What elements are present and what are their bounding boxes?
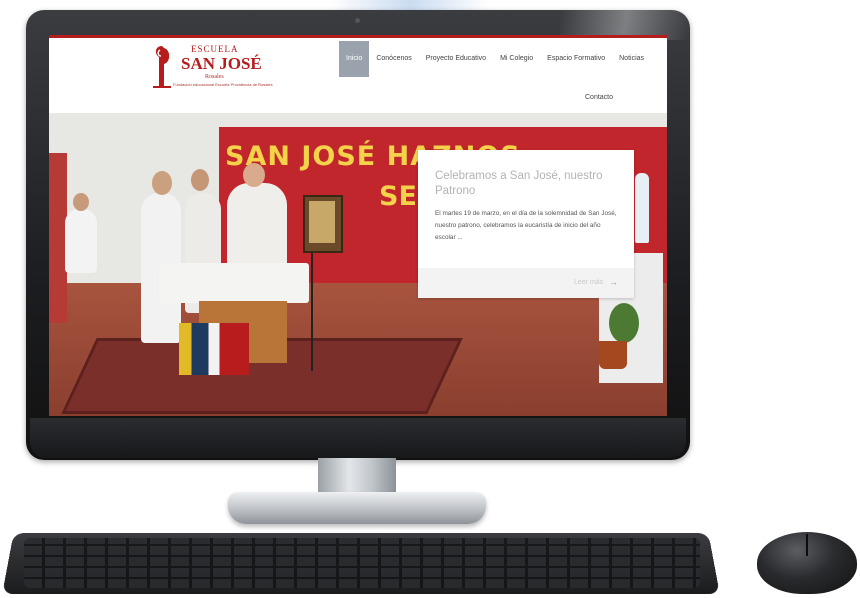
nav-item-espacio-formativo[interactable]: Espacio Formativo	[540, 41, 612, 77]
hero-priest-head	[243, 163, 265, 187]
keyboard-keys	[24, 538, 700, 588]
read-more-link[interactable]: Leer más	[574, 279, 603, 286]
site-header: ESCUELA SAN JOSÉ Rosales Fundación educa…	[49, 38, 667, 113]
news-card[interactable]: Celebramos a San José, nuestro Patrono E…	[418, 150, 634, 298]
hero-altar	[159, 263, 309, 303]
nav-item-proyecto-educativo[interactable]: Proyecto Educativo	[419, 41, 493, 77]
hero-saint-image	[309, 201, 335, 243]
hero-mic-stand	[311, 253, 313, 371]
main-nav: Inicio Conócenos Proyecto Educativo Mi C…	[339, 41, 651, 77]
news-card-title[interactable]: Celebramos a San José, nuestro Patrono	[435, 169, 617, 199]
monitor-chin	[30, 418, 686, 458]
nav-item-conocenos[interactable]: Conócenos	[369, 41, 418, 77]
hero-acolyte-1-head	[152, 171, 172, 195]
nav-item-mi-colegio[interactable]: Mi Colegio	[493, 41, 540, 77]
logo-mark-icon	[153, 46, 171, 88]
hero-books	[179, 323, 249, 375]
site-logo[interactable]: ESCUELA SAN JOSÉ Rosales Fundación educa…	[151, 42, 273, 90]
hero-banner-text-2: SE	[379, 181, 417, 212]
hero-altar-boy-head	[73, 193, 89, 211]
news-card-excerpt: El martes 19 de marzo, en el día de la s…	[435, 210, 617, 241]
arrow-right-icon[interactable]: →	[609, 277, 618, 287]
monitor-stand-base	[228, 492, 486, 524]
hero-altar-boy	[65, 209, 97, 273]
mouse-button-split	[806, 534, 808, 556]
logo-subtitle: Rosales	[205, 74, 224, 80]
logo-school-name: SAN JOSÉ	[181, 54, 262, 73]
nav-item-noticias[interactable]: Noticias	[612, 41, 651, 77]
webcam-icon	[355, 18, 360, 23]
hero-image: SAN JOSÉ HAZNOS SE Celebramos a San José…	[49, 113, 667, 416]
hero-statue	[635, 173, 649, 243]
screen: ESCUELA SAN JOSÉ Rosales Fundación educa…	[49, 35, 667, 416]
nav-item-contacto[interactable]: Contacto	[585, 94, 613, 101]
hero-plant	[609, 303, 639, 343]
logo-tagline: Fundación educacional Escuela Providenci…	[173, 82, 273, 87]
nav-item-inicio[interactable]: Inicio	[339, 41, 370, 77]
logo-escuela: ESCUELA	[191, 44, 239, 54]
hero-plant-pot	[599, 341, 627, 369]
hero-priest	[227, 183, 287, 273]
hero-acolyte-2-head	[191, 169, 209, 191]
